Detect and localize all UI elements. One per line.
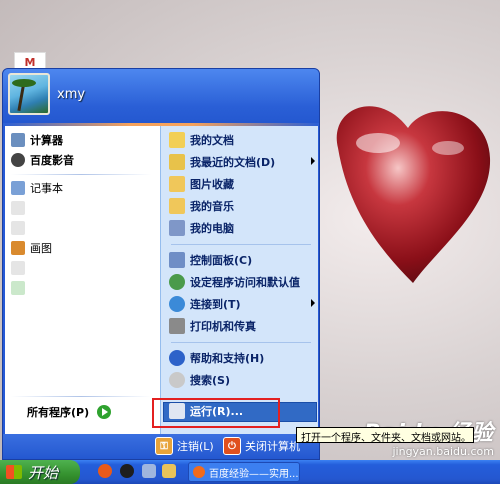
start-menu-right-pane: 我的文档 我最近的文档(D) 图片收藏 我的音乐 我的电脑 控制面板(C) 设定… bbox=[160, 126, 318, 434]
right-item-label: 设定程序访问和默认值 bbox=[190, 276, 300, 289]
user-avatar[interactable] bbox=[8, 73, 50, 115]
right-item-my-pictures[interactable]: 图片收藏 bbox=[169, 174, 319, 194]
baidu-player-icon bbox=[11, 153, 25, 167]
recent-item-obscured[interactable] bbox=[11, 258, 156, 278]
right-item-connect-to[interactable]: 连接到(T) bbox=[169, 294, 319, 314]
my-documents-icon bbox=[169, 132, 185, 148]
right-item-control-panel[interactable]: 控制面板(C) bbox=[169, 250, 319, 270]
qq-quicklaunch-icon[interactable] bbox=[120, 464, 134, 478]
right-item-label: 搜索(S) bbox=[190, 374, 230, 387]
right-item-label: 我的文档 bbox=[190, 134, 234, 147]
taskbar: 开始 百度经验——实用... bbox=[0, 460, 500, 484]
taskbar-window-label: 百度经验——实用... bbox=[209, 468, 299, 480]
my-music-icon bbox=[169, 198, 185, 214]
right-item-label: 帮助和支持(H) bbox=[190, 352, 265, 365]
recent-item-label: 记事本 bbox=[30, 182, 63, 195]
recent-item-obscured[interactable] bbox=[11, 218, 156, 238]
recent-item-paint[interactable]: 画图 bbox=[11, 238, 156, 258]
recent-item-label: 画图 bbox=[30, 242, 52, 255]
program-icon bbox=[11, 221, 25, 235]
start-menu-footer: ⚿ 注销(L) ⏻ 关闭计算机 bbox=[3, 434, 319, 459]
right-item-label: 我的电脑 bbox=[190, 222, 234, 235]
start-label: 开始 bbox=[28, 463, 59, 482]
paint-icon bbox=[11, 241, 25, 255]
submenu-arrow-icon bbox=[311, 157, 315, 165]
annotation-highlight-box bbox=[152, 398, 280, 428]
right-item-label: 连接到(T) bbox=[190, 298, 241, 311]
recent-documents-icon bbox=[169, 154, 185, 170]
start-menu-header: xmy bbox=[3, 69, 319, 123]
recent-item-obscured[interactable] bbox=[11, 198, 156, 218]
shutdown-button[interactable]: ⏻ 关闭计算机 bbox=[223, 436, 300, 456]
pinned-item-label: 计算器 bbox=[30, 134, 63, 147]
my-pictures-icon bbox=[169, 176, 185, 192]
program-icon bbox=[11, 261, 25, 275]
user-name: xmy bbox=[57, 87, 86, 102]
right-item-label: 图片收藏 bbox=[190, 178, 234, 191]
right-item-label: 控制面板(C) bbox=[190, 254, 253, 267]
control-panel-icon bbox=[169, 252, 185, 268]
browser-quicklaunch-icon[interactable] bbox=[98, 464, 112, 478]
pinned-separator bbox=[11, 174, 151, 175]
key-icon: ⚿ bbox=[155, 437, 173, 455]
all-programs-button[interactable]: 所有程序(P) bbox=[27, 404, 112, 420]
folder-quicklaunch-icon[interactable] bbox=[162, 464, 176, 478]
all-programs-label: 所有程序(P) bbox=[27, 406, 90, 419]
right-item-printers[interactable]: 打印机和传真 bbox=[169, 316, 319, 336]
program-defaults-icon bbox=[169, 274, 185, 290]
help-icon bbox=[169, 350, 185, 366]
browser-icon bbox=[193, 466, 205, 478]
right-item-help[interactable]: 帮助和支持(H) bbox=[169, 348, 319, 368]
logoff-button[interactable]: ⚿ 注销(L) bbox=[155, 436, 214, 456]
run-tooltip: 打开一个程序、文件夹、文档或网站。 bbox=[296, 427, 474, 444]
right-item-my-music[interactable]: 我的音乐 bbox=[169, 196, 319, 216]
recent-item-obscured[interactable] bbox=[11, 278, 156, 298]
heart-wallpaper-image bbox=[336, 106, 491, 283]
start-menu-left-pane: 计算器 百度影音 记事本 画图 所有程序(P) bbox=[5, 126, 160, 434]
right-item-my-documents[interactable]: 我的文档 bbox=[169, 130, 319, 150]
printer-icon bbox=[169, 318, 185, 334]
right-item-label: 我最近的文档(D) bbox=[190, 156, 276, 169]
submenu-arrow-icon bbox=[311, 299, 315, 307]
right-item-recent-documents[interactable]: 我最近的文档(D) bbox=[169, 152, 319, 172]
notepad-icon bbox=[11, 181, 25, 195]
windows-logo-icon bbox=[6, 465, 22, 479]
logoff-label: 注销(L) bbox=[177, 440, 214, 453]
right-item-program-defaults[interactable]: 设定程序访问和默认值 bbox=[169, 272, 319, 292]
pinned-item-label: 百度影音 bbox=[30, 154, 74, 167]
all-programs-separator bbox=[11, 396, 151, 397]
app-quicklaunch-icon[interactable] bbox=[142, 464, 156, 478]
green-arrow-icon bbox=[97, 405, 112, 419]
connect-to-icon bbox=[169, 296, 185, 312]
pinned-item-baidu-player[interactable]: 百度影音 bbox=[11, 150, 156, 170]
calculator-icon bbox=[11, 133, 25, 147]
recent-item-notepad[interactable]: 记事本 bbox=[11, 178, 156, 198]
right-separator bbox=[171, 342, 311, 343]
my-computer-icon bbox=[169, 220, 185, 236]
right-separator bbox=[171, 244, 311, 245]
right-item-label: 打印机和传真 bbox=[190, 320, 256, 333]
pinned-item-calculator[interactable]: 计算器 bbox=[11, 130, 156, 150]
right-item-search[interactable]: 搜索(S) bbox=[169, 370, 319, 390]
taskbar-window-button[interactable]: 百度经验——实用... bbox=[188, 462, 300, 482]
power-icon: ⏻ bbox=[223, 437, 241, 455]
search-icon bbox=[169, 372, 185, 388]
program-icon bbox=[11, 281, 25, 295]
right-item-label: 我的音乐 bbox=[190, 200, 234, 213]
start-button[interactable]: 开始 bbox=[0, 460, 80, 484]
right-item-my-computer[interactable]: 我的电脑 bbox=[169, 218, 319, 238]
program-icon bbox=[11, 201, 25, 215]
shutdown-label: 关闭计算机 bbox=[245, 440, 300, 453]
